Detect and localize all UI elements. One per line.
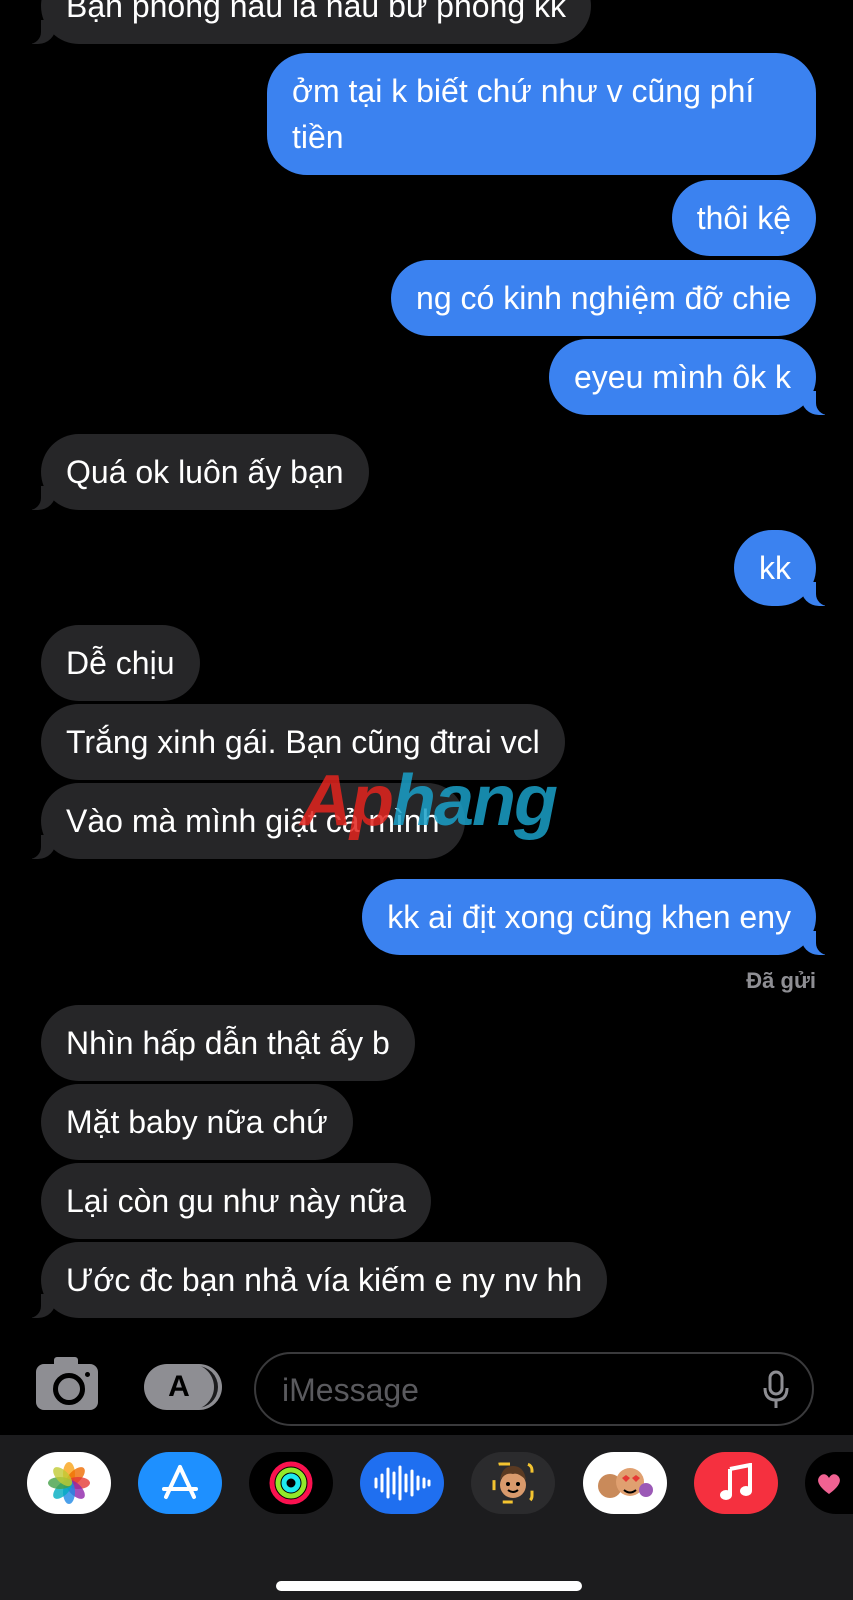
- photos-icon[interactable]: [27, 1452, 111, 1514]
- camera-icon[interactable]: [36, 1357, 98, 1410]
- message-incoming[interactable]: Nhìn hấp dẫn thật ấy b: [41, 1005, 415, 1081]
- message-text: kk ai địt xong cũng khen eny: [387, 899, 791, 935]
- message-text: Dễ chịu: [66, 645, 175, 681]
- message-incoming[interactable]: Lại còn gu như này nữa: [41, 1163, 431, 1239]
- imessage-field[interactable]: [254, 1352, 814, 1426]
- delivery-status: Đã gửi: [746, 968, 816, 993]
- message-outgoing[interactable]: thôi kệ: [671, 180, 816, 256]
- message-text: kk: [759, 550, 791, 586]
- message-text: ởm tại k biết chứ như v cũng phí tiền: [292, 73, 755, 155]
- imessage-input[interactable]: [280, 1366, 744, 1414]
- message-incoming[interactable]: Vào mà mình giật cả mình: [21, 783, 465, 859]
- message-composer: A: [0, 1340, 853, 1435]
- message-text: Ước đc bạn nhả vía kiếm e ny nv hh: [66, 1262, 583, 1298]
- message-incoming[interactable]: Ước đc bạn nhả vía kiếm e ny nv hh: [20, 1242, 608, 1318]
- message-text: Trắng xinh gái. Bạn cũng đtrai vcl: [66, 724, 540, 760]
- app-store-toggle-icon[interactable]: A: [144, 1364, 214, 1410]
- message-outgoing[interactable]: kk ai địt xong cũng khen eny: [362, 879, 836, 955]
- more-apps-icon[interactable]: [805, 1452, 853, 1514]
- message-incoming[interactable]: Trắng xinh gái. Bạn cũng đtrai vcl: [41, 704, 565, 780]
- message-text: Quá ok luôn ấy bạn: [66, 454, 344, 490]
- message-outgoing[interactable]: eyeu mình ôk k: [549, 339, 836, 415]
- app-drawer: [0, 1435, 853, 1600]
- message-outgoing[interactable]: ng có kinh nghiệm đỡ chie: [391, 260, 816, 336]
- audio-message-icon[interactable]: [360, 1452, 444, 1514]
- message-outgoing[interactable]: ởm tại k biết chứ như v cũng phí tiền: [267, 53, 816, 175]
- message-text: Vào mà mình giật cả mình: [66, 803, 440, 839]
- message-text: Bạn phòng nấu là nấu bữ phòng kk: [66, 0, 567, 24]
- animoji-stickers-icon[interactable]: [583, 1452, 667, 1514]
- message-outgoing[interactable]: kk: [734, 530, 836, 606]
- message-incoming[interactable]: Mặt baby nữa chứ: [41, 1084, 353, 1160]
- activity-icon[interactable]: [249, 1452, 333, 1514]
- message-incoming[interactable]: Bạn phòng nấu là nấu bữ phòng kk: [20, 0, 592, 44]
- message-text: Lại còn gu như này nữa: [66, 1183, 406, 1219]
- memoji-icon[interactable]: [471, 1452, 555, 1514]
- message-incoming[interactable]: Quá ok luôn ấy bạn: [21, 434, 369, 510]
- message-text: ng có kinh nghiệm đỡ chie: [416, 280, 791, 316]
- message-text: Nhìn hấp dẫn thật ấy b: [66, 1025, 390, 1061]
- message-text: eyeu mình ôk k: [574, 359, 791, 395]
- microphone-icon[interactable]: [762, 1370, 790, 1410]
- message-text: Mặt baby nữa chứ: [66, 1104, 328, 1140]
- message-incoming[interactable]: Dễ chịu: [41, 625, 200, 701]
- home-indicator[interactable]: [276, 1581, 582, 1591]
- music-icon[interactable]: [694, 1452, 778, 1514]
- app-store-icon[interactable]: [138, 1452, 222, 1514]
- message-text: thôi kệ: [696, 200, 791, 236]
- message-thread[interactable]: Bạn phòng nấu là nấu bữ phòng kk ởm tại …: [0, 0, 853, 1340]
